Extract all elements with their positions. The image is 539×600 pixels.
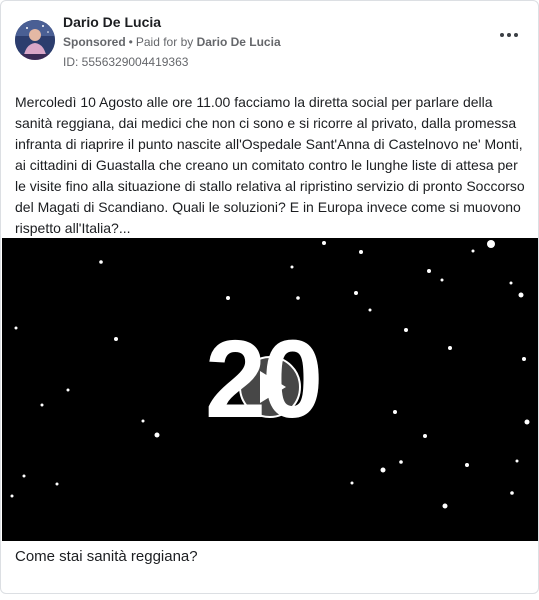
paid-for-prefix: Paid for by bbox=[135, 35, 194, 49]
video-player[interactable]: 20 bbox=[2, 238, 538, 541]
more-options-icon[interactable] bbox=[500, 28, 518, 42]
play-icon[interactable] bbox=[239, 356, 301, 418]
video-frame: 20 bbox=[2, 238, 538, 541]
ad-card: Dario De Lucia Sponsored • Paid for by Dar… bbox=[0, 0, 539, 594]
ad-id: ID: 5556329004419363 bbox=[63, 55, 189, 69]
more-dot bbox=[514, 33, 518, 37]
video-caption: Come stai sanità reggiana? bbox=[15, 548, 198, 565]
avatar-image bbox=[15, 20, 55, 60]
more-dot bbox=[507, 33, 511, 37]
author-name[interactable]: Dario De Lucia bbox=[63, 14, 161, 30]
more-dot bbox=[500, 33, 504, 37]
separator: • bbox=[128, 35, 133, 49]
avatar[interactable] bbox=[15, 20, 55, 60]
post-body-text: Mercoledì 10 Agosto alle ore 11.00 facci… bbox=[15, 94, 525, 236]
payer-name[interactable]: Dario De Lucia bbox=[197, 35, 281, 49]
sponsored-label: Sponsored bbox=[63, 35, 126, 49]
sponsored-line: Sponsored • Paid for by Dario De Lucia bbox=[63, 35, 281, 49]
